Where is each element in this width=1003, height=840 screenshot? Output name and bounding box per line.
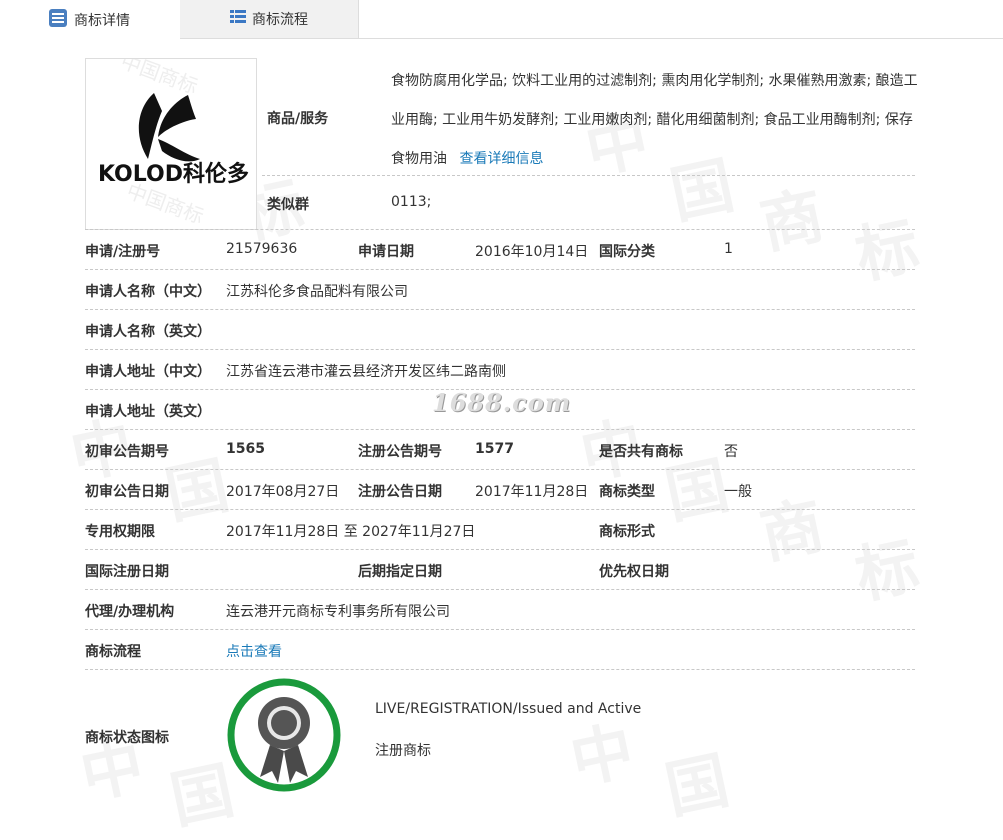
- status-icon-label: 商标状态图标: [85, 730, 169, 746]
- address-cn-label: 申请人地址（中文）: [85, 364, 211, 380]
- tab-trademark-process[interactable]: 商标流程: [180, 0, 359, 38]
- intl-reg-date-label: 国际注册日期: [85, 564, 169, 580]
- shared-value: 否: [724, 444, 738, 460]
- divider: [85, 229, 915, 230]
- watermark-char: 商: [754, 488, 831, 573]
- site-watermark: 1688.com: [432, 388, 572, 417]
- address-en-label: 申请人地址（英文）: [85, 404, 211, 420]
- agent-label: 代理/办理机构: [85, 604, 175, 620]
- reg-pub-date-value: 2017年11月28日: [475, 484, 589, 500]
- divider: [85, 629, 915, 630]
- logo-text: KOLOD科伦多: [98, 161, 249, 187]
- divider: [85, 549, 915, 550]
- watermark-char: 标: [849, 208, 926, 293]
- tm-type-label: 商标类型: [599, 484, 655, 500]
- list-doc-icon: [48, 8, 68, 32]
- reg-pub-no-label: 注册公告期号: [358, 444, 442, 460]
- watermark-char: 商: [754, 178, 831, 263]
- shared-label: 是否共有商标: [599, 444, 683, 460]
- list-grid-icon: [230, 9, 246, 29]
- view-details-link[interactable]: 查看详细信息: [459, 151, 543, 167]
- reg-no-value: 21579636: [226, 241, 298, 257]
- address-cn-value: 江苏省连云港市灌云县经济开发区纬二路南侧: [226, 364, 506, 380]
- apply-date-value: 2016年10月14日: [475, 244, 589, 260]
- tm-type-value: 一般: [724, 484, 752, 500]
- divider: [85, 429, 915, 430]
- tab-bar: 商标详情 商标流程: [0, 0, 1003, 39]
- exclusive-period-value: 2017年11月28日 至 2027年11月27日: [226, 524, 476, 540]
- agent-value: 连云港开元商标专利事务所有限公司: [226, 604, 450, 620]
- apply-date-label: 申请日期: [358, 244, 414, 260]
- prelim-pub-no-label: 初审公告期号: [85, 444, 169, 460]
- watermark-char: 标: [849, 528, 926, 613]
- watermark-char: 国: [659, 743, 736, 828]
- tm-form-label: 商标形式: [599, 524, 655, 540]
- applicant-cn-value: 江苏科伦多食品配料有限公司: [226, 284, 408, 300]
- intl-class-value: 1: [724, 241, 733, 257]
- divider: [85, 509, 915, 510]
- divider: [85, 269, 915, 270]
- applicant-en-label: 申请人名称（英文）: [85, 324, 211, 340]
- status-en-text: LIVE/REGISTRATION/Issued and Active: [375, 701, 642, 717]
- status-cn-text: 注册商标: [375, 743, 431, 759]
- divider: [262, 175, 915, 176]
- goods-services-label: 商品/服务: [267, 111, 329, 127]
- svg-text:中国商标: 中国商标: [118, 59, 201, 99]
- tab-label: 商标流程: [252, 12, 308, 28]
- exclusive-period-label: 专用权期限: [85, 524, 155, 540]
- divider: [85, 469, 915, 470]
- priority-date-label: 优先权日期: [599, 564, 669, 580]
- prelim-pub-no-value: 1565: [226, 441, 265, 457]
- goods-services-value: 食物防腐用化学品; 饮料工业用的过滤制剂; 熏肉用化学制剂; 水果催熟用激素; …: [391, 62, 919, 179]
- later-designation-label: 后期指定日期: [358, 564, 442, 580]
- similar-group-label: 类似群: [267, 197, 309, 213]
- similar-group-value: 0113;: [391, 194, 432, 210]
- prelim-pub-date-value: 2017年08月27日: [226, 484, 340, 500]
- tab-label: 商标详情: [74, 12, 130, 29]
- divider: [85, 349, 915, 350]
- divider: [85, 669, 915, 670]
- reg-pub-date-label: 注册公告日期: [358, 484, 442, 500]
- reg-pub-no-value: 1577: [475, 441, 514, 457]
- reg-no-label: 申请/注册号: [85, 244, 161, 260]
- tab-trademark-detail[interactable]: 商标详情: [0, 0, 181, 39]
- prelim-pub-date-label: 初审公告日期: [85, 484, 169, 500]
- applicant-cn-label: 申请人名称（中文）: [85, 284, 211, 300]
- intl-class-label: 国际分类: [599, 244, 655, 260]
- award-ribbon-icon: [226, 673, 346, 793]
- trademark-image: 中国商标 中国商标 KOLOD科伦多: [85, 58, 257, 230]
- divider: [85, 589, 915, 590]
- process-label: 商标流程: [85, 644, 141, 660]
- process-view-link[interactable]: 点击查看: [226, 641, 282, 661]
- divider: [85, 309, 915, 310]
